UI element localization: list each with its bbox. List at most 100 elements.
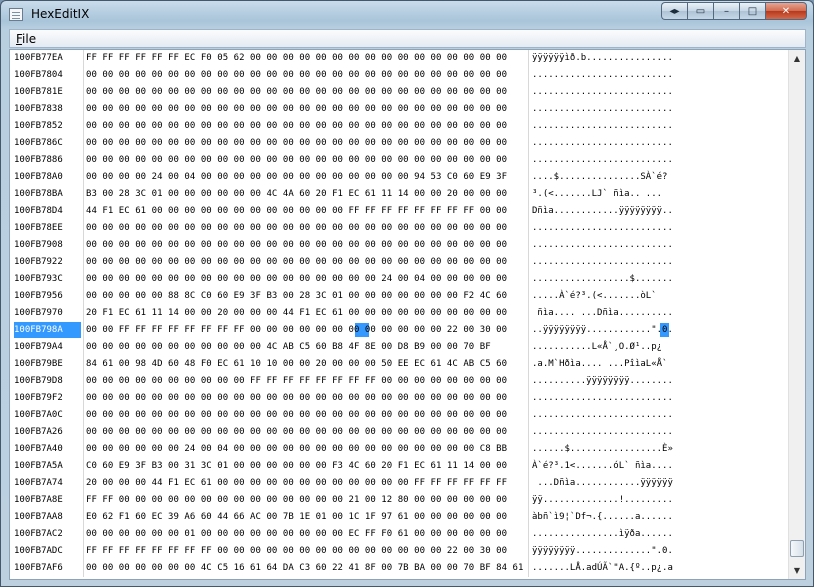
row-ascii[interactable]: ..........................: [532, 220, 788, 237]
hex-row[interactable]: 100FB7A8E FF FF 00 00 00 00 00 00 00 00 0…: [10, 492, 788, 509]
hex-row[interactable]: 100FB7AA8 E0 62 F1 60 EC 39 A6 60 44 66 A…: [10, 509, 788, 526]
row-ascii[interactable]: Dñìa............ÿÿÿÿÿÿÿÿ..: [532, 203, 788, 220]
back-forward-button[interactable]: ◂▸: [661, 2, 687, 20]
row-ascii[interactable]: ..........................: [532, 390, 788, 407]
row-hex-bytes[interactable]: 00 00 00 00 00 00 00 4C C5 16 61 64 DA C…: [86, 560, 526, 577]
scroll-thumb[interactable]: [790, 540, 804, 557]
row-address[interactable]: 100FB78EE: [14, 220, 81, 236]
row-hex-bytes[interactable]: 00 00 00 00 00 00 00 00 00 00 00 00 00 0…: [86, 407, 526, 424]
row-hex-bytes[interactable]: 00 00 00 00 00 00 00 00 00 00 00 4C AB C…: [86, 339, 526, 356]
scroll-down-arrow-icon[interactable]: ▼: [789, 562, 805, 579]
row-address[interactable]: 100FB7908: [14, 237, 81, 253]
row-hex-bytes[interactable]: 00 00 00 00 00 00 00 00 00 00 00 00 00 0…: [86, 118, 526, 135]
hex-row[interactable]: 100FB7AF6 00 00 00 00 00 00 00 4C C5 16 6…: [10, 560, 788, 577]
maximize-button[interactable]: □: [739, 2, 765, 20]
hex-row[interactable]: 100FB7AC2 00 00 00 00 00 00 01 00 00 00 0…: [10, 526, 788, 543]
vertical-scrollbar[interactable]: ▲ ▼: [788, 50, 805, 579]
row-address[interactable]: 100FB7AC2: [14, 526, 81, 542]
hex-row[interactable]: 100FB7A40 00 00 00 00 00 00 24 00 04 00 0…: [10, 441, 788, 458]
hex-row[interactable]: 100FB79F2 00 00 00 00 00 00 00 00 00 00 0…: [10, 390, 788, 407]
row-ascii[interactable]: ......$.................È»: [532, 441, 788, 458]
close-button[interactable]: ✕: [765, 2, 807, 20]
row-address[interactable]: 100FB7A40: [14, 441, 81, 457]
row-address[interactable]: 100FB7A8E: [14, 492, 81, 508]
row-hex-bytes[interactable]: FF FF FF FF FF FF EC F0 05 62 00 00 00 0…: [86, 50, 526, 67]
row-address[interactable]: 100FB7970: [14, 305, 81, 321]
row-address[interactable]: 100FB78BA: [14, 186, 81, 202]
row-hex-bytes[interactable]: 00 00 00 00 00 00 00 00 00 00 00 00 00 0…: [86, 152, 526, 169]
row-ascii[interactable]: ................ìÿða......: [532, 526, 788, 543]
row-address[interactable]: 100FB798A: [14, 322, 81, 338]
row-hex-bytes[interactable]: 00 00 00 00 00 00 01 00 00 00 00 00 00 0…: [86, 526, 526, 543]
row-ascii[interactable]: .....À`é?³.(<.......òL`: [532, 288, 788, 305]
row-ascii[interactable]: ..........................: [532, 254, 788, 271]
row-ascii[interactable]: ..................$.......: [532, 271, 788, 288]
row-hex-bytes[interactable]: 44 F1 EC 61 00 00 00 00 00 00 00 00 00 0…: [86, 203, 526, 220]
row-hex-bytes[interactable]: 00 00 FF FF FF FF FF FF FF FF 00 00 00 0…: [86, 322, 526, 339]
hex-row[interactable]: 100FB7886 00 00 00 00 00 00 00 00 00 00 0…: [10, 152, 788, 169]
row-hex-bytes[interactable]: 00 00 00 00 00 00 00 00 00 00 00 00 00 0…: [86, 254, 526, 271]
hex-row[interactable]: 100FB7A0C 00 00 00 00 00 00 00 00 00 00 0…: [10, 407, 788, 424]
row-hex-bytes[interactable]: B3 00 28 3C 01 00 00 00 00 00 00 4C 4A 6…: [86, 186, 526, 203]
row-ascii[interactable]: ...........L«Å`¸O.Ø¹..p¿: [532, 339, 788, 356]
row-ascii[interactable]: .......LÅ.adÚÃ`"A.{º..p¿.a: [532, 560, 788, 577]
row-hex-bytes[interactable]: 20 F1 EC 61 11 14 00 00 20 00 00 00 44 F…: [86, 305, 526, 322]
row-address[interactable]: 100FB78D4: [14, 203, 81, 219]
row-address[interactable]: 100FB786C: [14, 135, 81, 151]
row-hex-bytes[interactable]: 00 00 00 00 00 88 8C C0 60 E9 3F B3 00 2…: [86, 288, 526, 305]
row-hex-bytes[interactable]: 00 00 00 00 00 00 00 00 00 00 00 00 00 0…: [86, 67, 526, 84]
row-hex-bytes[interactable]: 00 00 00 00 00 00 00 00 00 00 00 00 00 0…: [86, 101, 526, 118]
row-ascii[interactable]: àbñ`ì9¦`Df¬.{......a......: [532, 509, 788, 526]
row-ascii[interactable]: ..........................: [532, 67, 788, 84]
hex-row[interactable]: 100FB79BE 84 61 00 98 4D 60 48 F0 EC 61 1…: [10, 356, 788, 373]
row-ascii[interactable]: ..........ÿÿÿÿÿÿÿÿ........: [532, 373, 788, 390]
row-hex-bytes[interactable]: 00 00 00 00 24 00 04 00 00 00 00 00 00 0…: [86, 169, 526, 186]
row-ascii[interactable]: ..........................: [532, 237, 788, 254]
row-address[interactable]: 100FB7AA8: [14, 509, 81, 525]
hex-row[interactable]: 100FB7A5A C0 60 E9 3F B3 00 31 3C 01 00 0…: [10, 458, 788, 475]
hex-row[interactable]: 100FB7ADC FF FF FF FF FF FF FF FF 00 00 0…: [10, 543, 788, 560]
hex-row[interactable]: 100FB78EE 00 00 00 00 00 00 00 00 00 00 0…: [10, 220, 788, 237]
row-address[interactable]: 100FB7956: [14, 288, 81, 304]
row-ascii[interactable]: ..ÿÿÿÿÿÿÿÿ............".0.: [532, 322, 788, 339]
row-address[interactable]: 100FB79F2: [14, 390, 81, 406]
scroll-up-arrow-icon[interactable]: ▲: [789, 50, 805, 67]
hex-row[interactable]: 100FB77EA FF FF FF FF FF FF EC F0 05 62 0…: [10, 50, 788, 67]
menu-file[interactable]: File: [16, 32, 36, 46]
row-ascii[interactable]: À`é?³.1<.......óL` ñìa....: [532, 458, 788, 475]
hex-row[interactable]: 100FB78BA B3 00 28 3C 01 00 00 00 00 00 0…: [10, 186, 788, 203]
row-ascii[interactable]: ..........................: [532, 101, 788, 118]
row-hex-bytes[interactable]: 20 00 00 00 44 F1 EC 61 00 00 00 00 00 0…: [86, 475, 526, 492]
row-ascii[interactable]: ..........................: [532, 118, 788, 135]
row-address[interactable]: 100FB793C: [14, 271, 81, 287]
row-hex-bytes[interactable]: FF FF FF FF FF FF FF FF 00 00 00 00 00 0…: [86, 543, 526, 560]
row-ascii[interactable]: ÿÿÿÿÿÿìð.b................: [532, 50, 788, 67]
hex-row[interactable]: 100FB7804 00 00 00 00 00 00 00 00 00 00 0…: [10, 67, 788, 84]
hex-row[interactable]: 100FB793C 00 00 00 00 00 00 00 00 00 00 0…: [10, 271, 788, 288]
hex-row[interactable]: 100FB79A4 00 00 00 00 00 00 00 00 00 00 0…: [10, 339, 788, 356]
hex-row[interactable]: 100FB7838 00 00 00 00 00 00 00 00 00 00 0…: [10, 101, 788, 118]
hex-row[interactable]: 100FB79D8 00 00 00 00 00 00 00 00 00 00 F…: [10, 373, 788, 390]
row-hex-bytes[interactable]: 00 00 00 00 00 00 00 00 00 00 00 00 00 0…: [86, 390, 526, 407]
row-ascii[interactable]: ³.(<.......LJ` ñìa.. ...: [532, 186, 788, 203]
row-address[interactable]: 100FB7AF6: [14, 560, 81, 576]
hex-row[interactable]: 100FB78A0 00 00 00 00 24 00 04 00 00 00 0…: [10, 169, 788, 186]
hex-row[interactable]: 100FB7922 00 00 00 00 00 00 00 00 00 00 0…: [10, 254, 788, 271]
row-hex-bytes[interactable]: 00 00 00 00 00 00 00 00 00 00 00 00 00 0…: [86, 237, 526, 254]
row-hex-bytes[interactable]: 00 00 00 00 00 00 00 00 00 00 00 00 00 0…: [86, 135, 526, 152]
row-ascii[interactable]: ....$...............SÀ`é?: [532, 169, 788, 186]
row-hex-bytes[interactable]: 84 61 00 98 4D 60 48 F0 EC 61 10 10 00 0…: [86, 356, 526, 373]
row-address[interactable]: 100FB78A0: [14, 169, 81, 185]
row-address[interactable]: 100FB77EA: [14, 50, 81, 66]
row-hex-bytes[interactable]: E0 62 F1 60 EC 39 A6 60 44 66 AC 00 7B 1…: [86, 509, 526, 526]
row-address[interactable]: 100FB7A26: [14, 424, 81, 440]
row-ascii[interactable]: ..........................: [532, 135, 788, 152]
row-address[interactable]: 100FB7922: [14, 254, 81, 270]
row-address[interactable]: 100FB79BE: [14, 356, 81, 372]
hex-row[interactable]: 100FB7956 00 00 00 00 00 88 8C C0 60 E9 3…: [10, 288, 788, 305]
row-ascii[interactable]: ÿÿÿÿÿÿÿÿ..............".0.: [532, 543, 788, 560]
row-address[interactable]: 100FB781E: [14, 84, 81, 100]
title-bar[interactable]: HexEditIX ◂▸ ▭ – □ ✕: [1, 1, 813, 29]
row-address[interactable]: 100FB7886: [14, 152, 81, 168]
minimize-button[interactable]: –: [713, 2, 739, 20]
